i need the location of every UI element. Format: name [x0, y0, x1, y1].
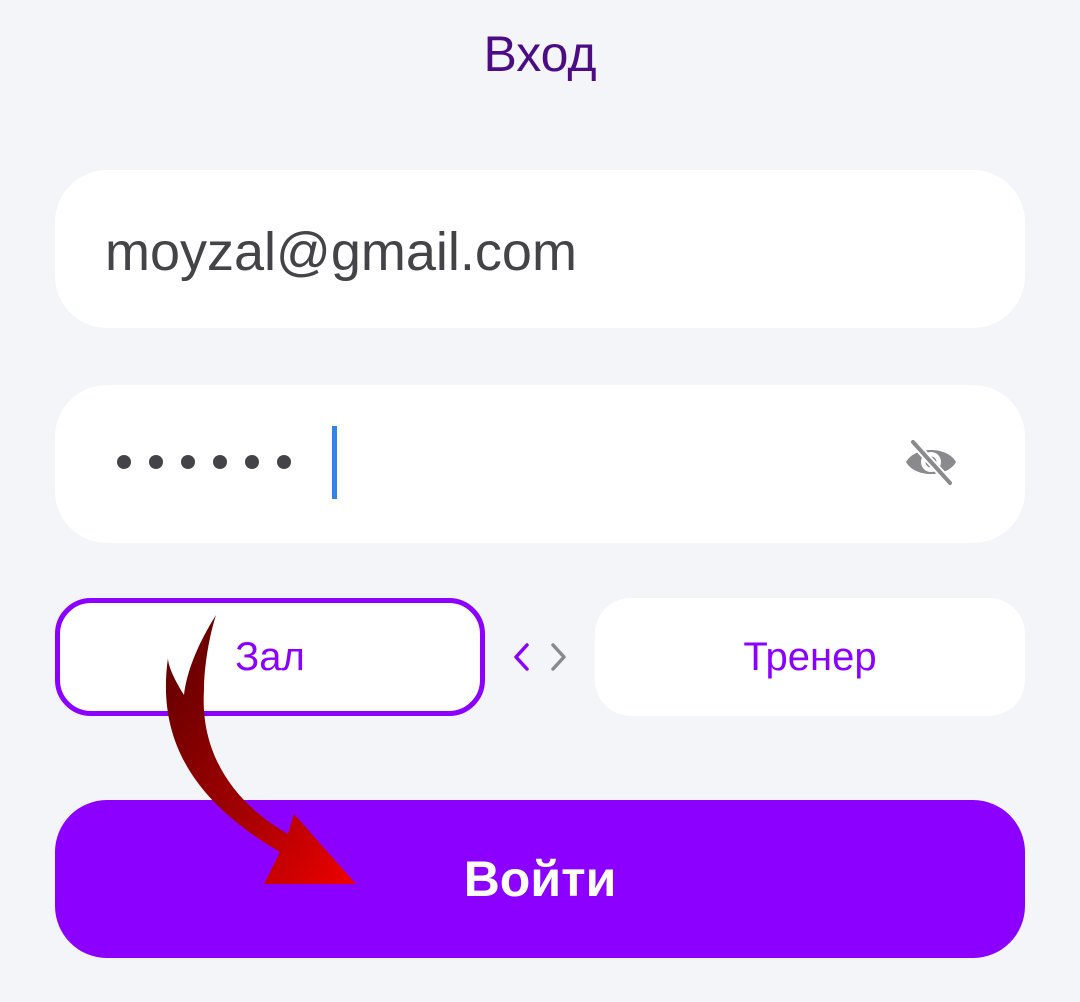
toggle-password-visibility-button[interactable] — [903, 437, 959, 487]
password-dot — [117, 455, 131, 469]
password-mask — [117, 455, 291, 469]
page-title: Вход — [483, 26, 597, 82]
password-dot — [181, 455, 195, 469]
password-dot — [245, 455, 259, 469]
login-button-label: Войти — [463, 851, 617, 907]
role-switch-indicator — [512, 639, 568, 675]
role-trainer-button[interactable]: Тренер — [595, 598, 1025, 716]
password-dot — [149, 455, 163, 469]
email-field[interactable]: moyzal@gmail.com — [55, 170, 1025, 328]
email-value: moyzal@gmail.com — [105, 222, 577, 282]
password-dot — [277, 455, 291, 469]
password-field[interactable] — [55, 385, 1025, 543]
login-button[interactable]: Войти — [55, 800, 1025, 958]
role-gym-label: Зал — [235, 635, 305, 679]
password-dot — [213, 455, 227, 469]
role-trainer-label: Тренер — [743, 635, 877, 679]
eye-slash-icon — [906, 438, 956, 487]
role-gym-button[interactable]: Зал — [55, 598, 485, 716]
chevron-right-icon — [551, 643, 566, 671]
chevron-left-icon — [514, 643, 529, 671]
text-caret — [332, 426, 337, 499]
